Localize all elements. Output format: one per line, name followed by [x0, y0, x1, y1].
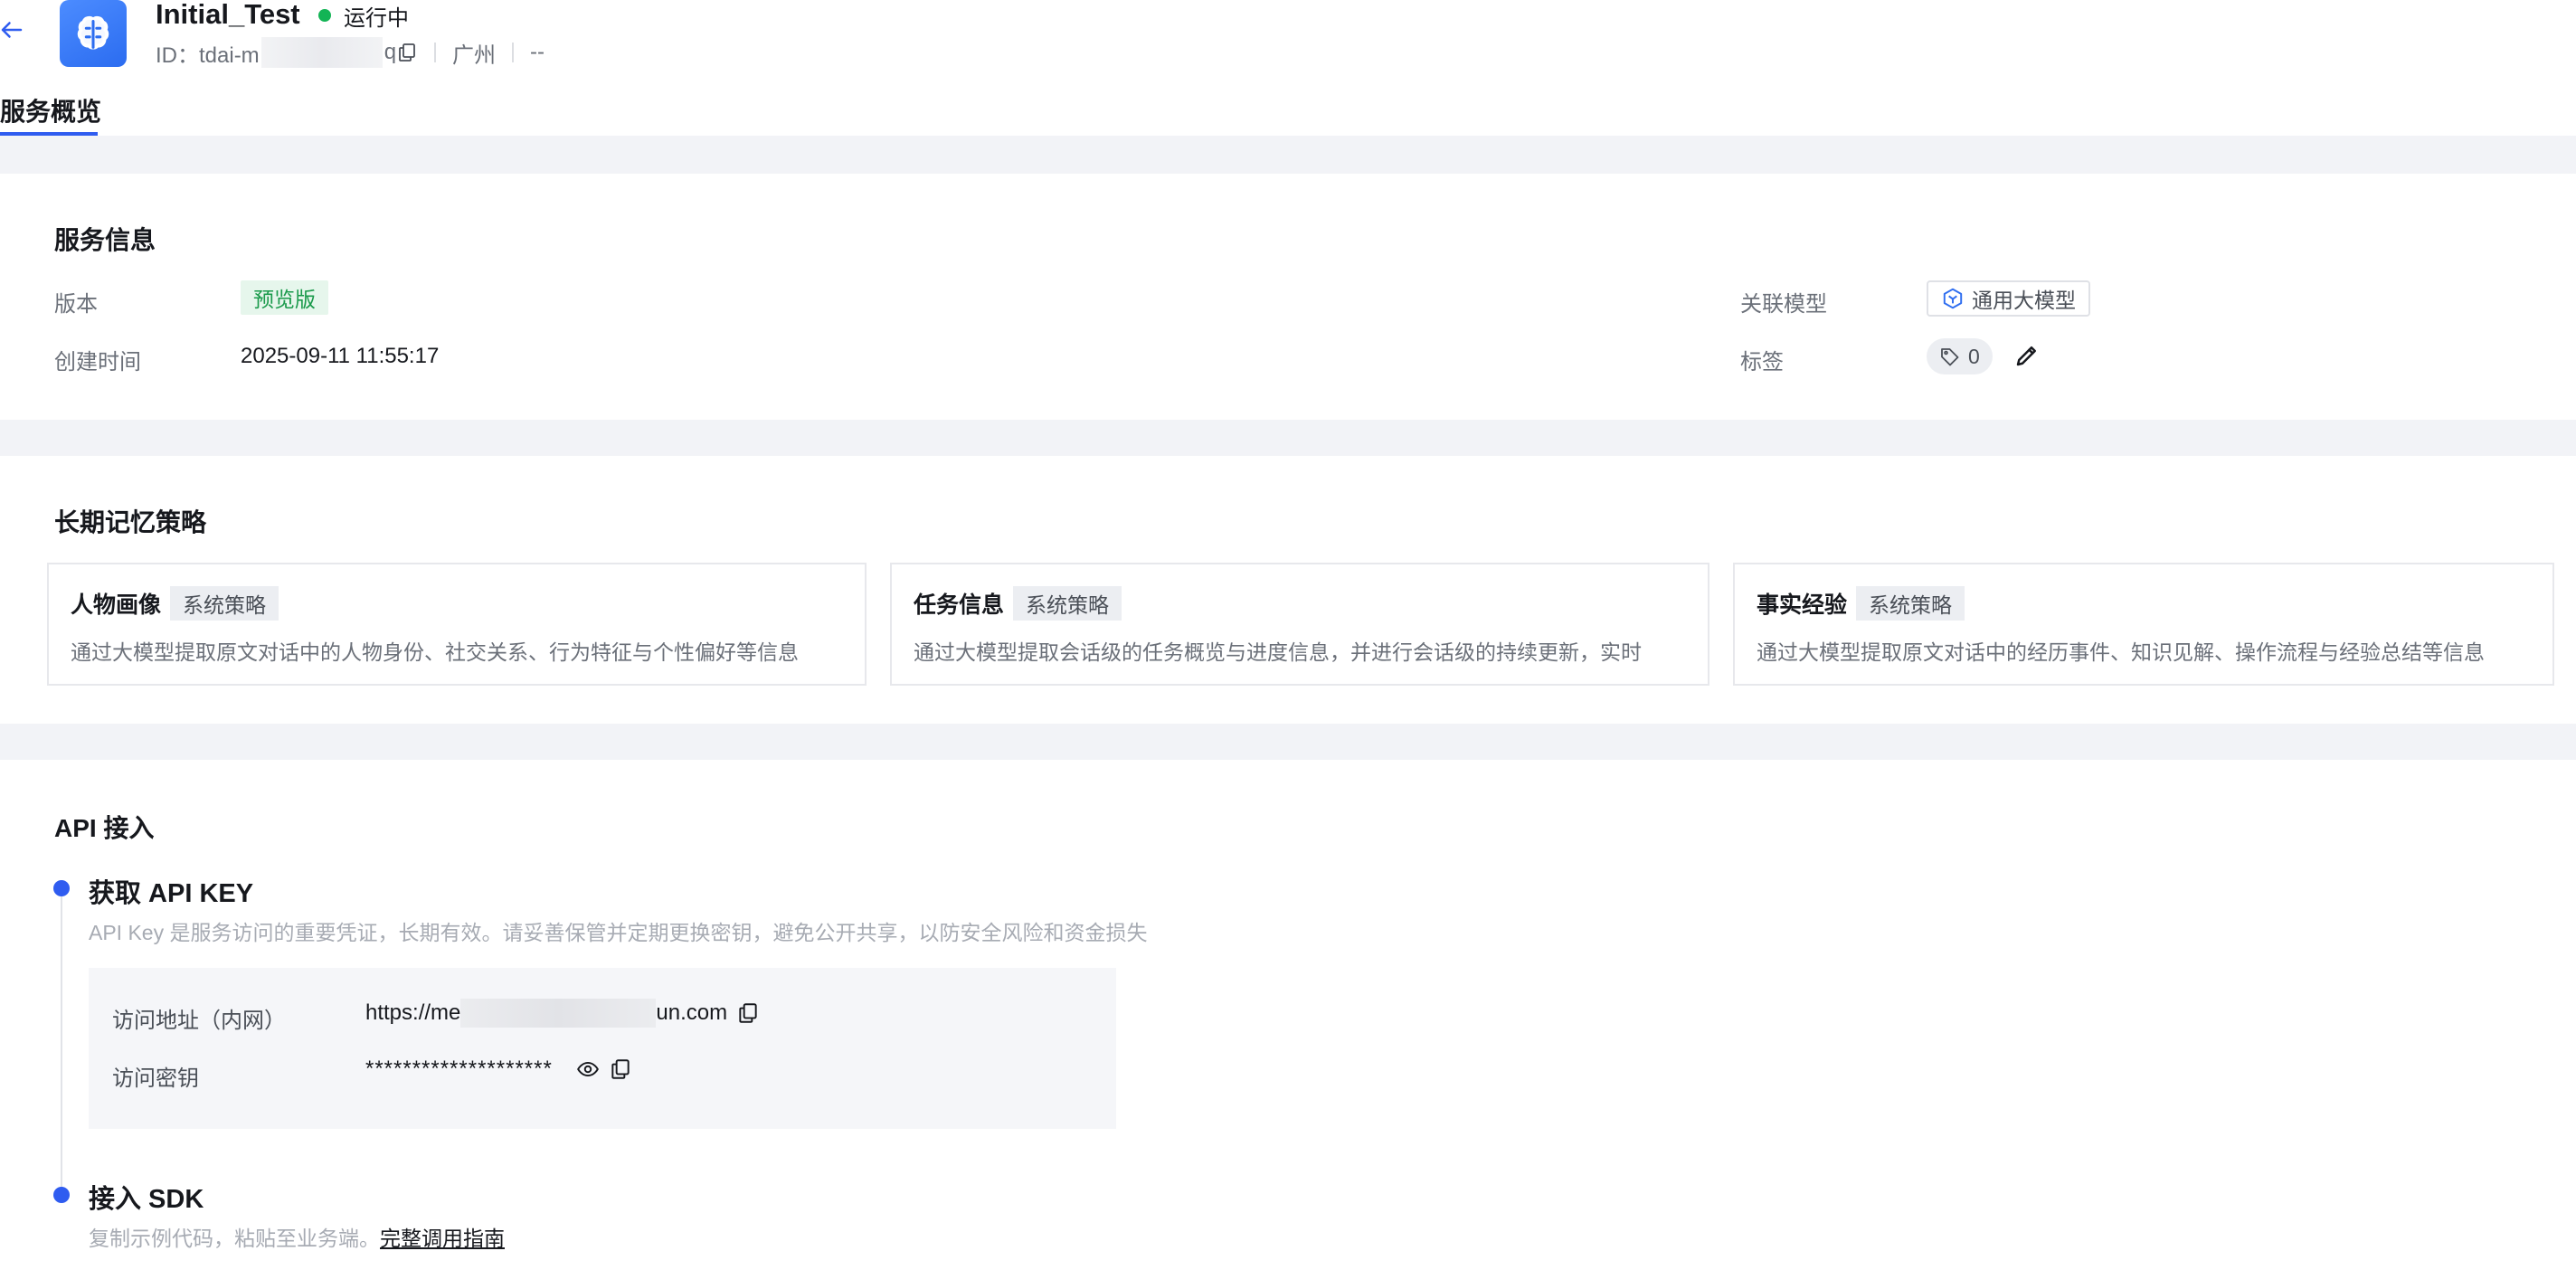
created-time-label: 创建时间 [54, 350, 141, 374]
tab-overview[interactable]: 服务概览 [0, 94, 101, 130]
card-header: 人物画像 系统策略 [71, 586, 279, 621]
page-header: Initial_Test 运行中 ID：tdai-m q 广州 -- 服务概览 [0, 0, 2576, 143]
access-key-value: ******************** [365, 1057, 632, 1082]
instance-id-prefix: ID：tdai-m [156, 43, 260, 68]
model-label: 关联模型 [1740, 292, 1827, 317]
endpoint-url-suffix: un.com [656, 1000, 728, 1025]
model-cube-icon [1943, 288, 1963, 309]
endpoint-value: https://me un.com [365, 999, 760, 1028]
timeline-dot [53, 1187, 70, 1203]
status-dot [318, 9, 331, 22]
sdk-guide-link[interactable]: 完整调用指南 [380, 1227, 505, 1250]
strategy-card-fact[interactable]: 事实经验 系统策略 通过大模型提取原文对话中的经历事件、知识见解、操作流程与经验… [1733, 563, 2554, 686]
credentials-panel: 访问地址（内网） https://me un.com 访问密钥 ********… [89, 968, 1116, 1129]
step-sdk-title: 接入 SDK [89, 1185, 204, 1214]
edit-pencil-icon[interactable] [2013, 342, 2041, 369]
app-name: Initial_Test [156, 0, 300, 30]
card-header: 任务信息 系统策略 [914, 586, 1122, 621]
created-time-value: 2025-09-11 11:55:17 [241, 344, 440, 368]
card-name: 任务信息 [914, 592, 1005, 618]
access-key-label: 访问密钥 [112, 1066, 199, 1091]
tag-icon [1941, 348, 1959, 366]
card-badge: 系统策略 [170, 586, 279, 621]
copy-icon[interactable] [736, 1001, 760, 1025]
model-chip[interactable]: 通用大模型 [1927, 280, 2090, 317]
copy-icon[interactable] [396, 42, 418, 63]
section-gap [0, 420, 2576, 456]
service-info-section [0, 174, 2576, 420]
access-key-masked: ******************** [365, 1057, 553, 1081]
step-get-api-key-desc: API Key 是服务访问的重要凭证，长期有效。请妥善保管并定期更换密钥，避免公… [89, 921, 1148, 944]
timeline-dot [53, 880, 70, 896]
card-description: 通过大模型提取原文对话中的经历事件、知识见解、操作流程与经验总结等信息 [1757, 640, 2485, 664]
status-badge: 运行中 [318, 0, 409, 31]
divider [434, 43, 437, 62]
step-get-api-key-title: 获取 API KEY [89, 879, 254, 908]
section-gap [0, 136, 2576, 174]
instance-id-mask [260, 37, 383, 68]
card-badge: 系统策略 [1856, 586, 1965, 621]
step-sdk-desc: 复制示例代码，粘贴至业务端。完整调用指南 [89, 1221, 505, 1252]
strategy-card-persona[interactable]: 人物画像 系统策略 通过大模型提取原文对话中的人物身份、社交关系、行为特征与个性… [47, 563, 867, 686]
version-label: 版本 [54, 292, 98, 317]
service-info-title: 服务信息 [54, 226, 156, 254]
section-gap [0, 724, 2576, 760]
memory-strategy-title: 长期记忆策略 [54, 508, 207, 536]
copy-icon[interactable] [609, 1057, 632, 1081]
endpoint-url-mask [460, 999, 657, 1028]
timeline-line [61, 896, 62, 1194]
tags-label: 标签 [1740, 350, 1784, 374]
status-text: 运行中 [344, 5, 409, 31]
region-label: 广州 [452, 43, 497, 68]
eye-icon[interactable] [576, 1057, 600, 1081]
instance-id-suffix: q [384, 40, 397, 64]
card-header: 事实经验 系统策略 [1757, 586, 1965, 621]
card-description: 通过大模型提取原文对话中的人物身份、社交关系、行为特征与个性偏好等信息 [71, 640, 799, 664]
version-badge: 预览版 [241, 280, 328, 315]
brain-logo-icon [60, 0, 127, 67]
tags-chip[interactable]: 0 [1927, 338, 1993, 374]
card-name: 事实经验 [1757, 592, 1848, 618]
tags-count: 0 [1968, 344, 1980, 368]
strategy-card-task[interactable]: 任务信息 系统策略 通过大模型提取会话级的任务概览与进度信息，并进行会话级的持续… [890, 563, 1709, 686]
model-name: 通用大模型 [1972, 289, 2076, 312]
divider [512, 43, 515, 62]
card-description: 通过大模型提取会话级的任务概览与进度信息，并进行会话级的持续更新，实时 [914, 640, 1642, 664]
card-name: 人物画像 [71, 592, 162, 618]
extra-meta: -- [530, 40, 545, 64]
card-badge: 系统策略 [1013, 586, 1122, 621]
endpoint-url-prefix: https://me [365, 1000, 461, 1025]
instance-meta: ID：tdai-m q 广州 -- [156, 36, 545, 69]
api-access-title: API 接入 [54, 814, 155, 842]
back-arrow-icon[interactable] [0, 16, 25, 43]
step-sdk-desc-text: 复制示例代码，粘贴至业务端。 [89, 1227, 380, 1250]
endpoint-label: 访问地址（内网） [112, 1009, 286, 1033]
